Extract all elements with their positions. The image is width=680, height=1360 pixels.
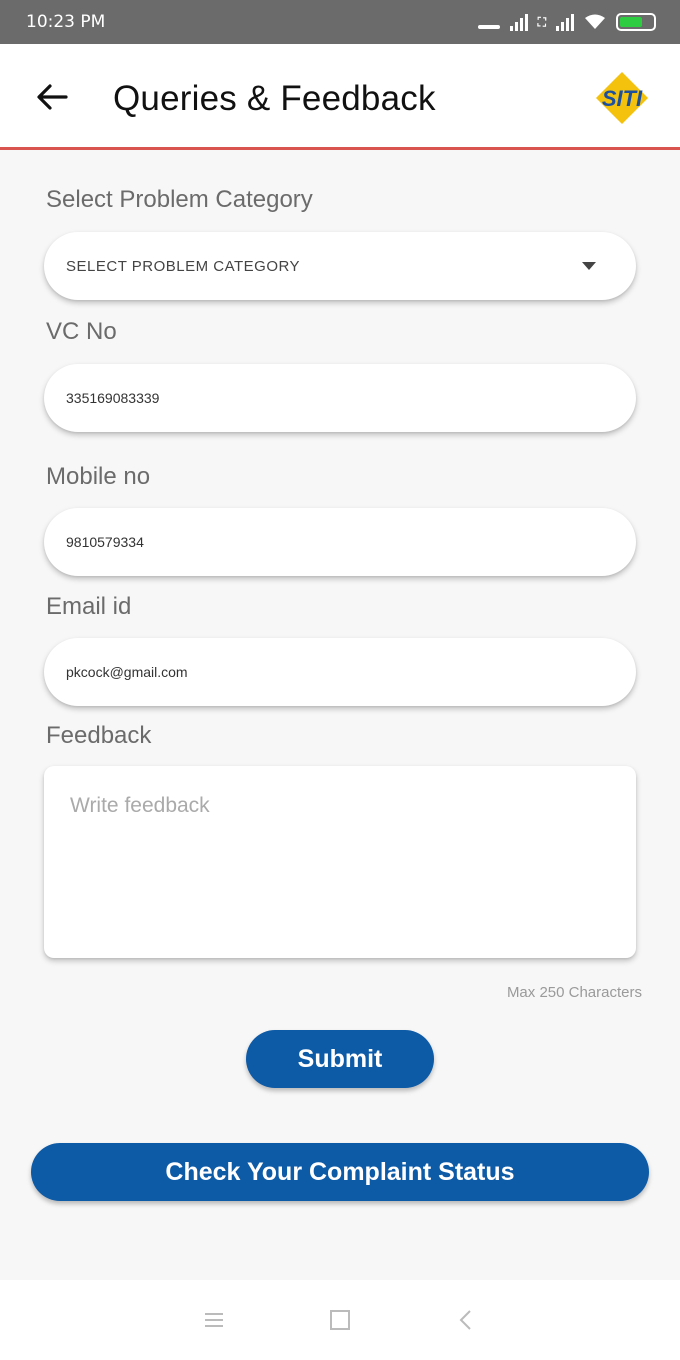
feedback-placeholder: Write feedback (70, 794, 210, 817)
home-square-icon[interactable] (327, 1307, 353, 1333)
page-title: Queries & Feedback (113, 79, 436, 118)
back-chevron-icon[interactable] (453, 1307, 479, 1333)
chevron-down-icon (582, 262, 596, 270)
vc-no-field[interactable]: 335169083339 (44, 364, 636, 432)
app-bar: Queries & Feedback SITI (0, 44, 680, 150)
submit-button[interactable]: Submit (246, 1030, 434, 1088)
feedback-label: Feedback (46, 722, 152, 749)
sim-icon: ⛶ (537, 14, 546, 29)
feedback-textarea[interactable]: Write feedback (44, 766, 636, 958)
email-field[interactable]: pkcock@gmail.com (44, 638, 636, 706)
mobile-value: 9810579334 (66, 534, 144, 550)
siti-logo-icon: SITI (596, 72, 648, 124)
mobile-field[interactable]: 9810579334 (44, 508, 636, 576)
char-limit-note: Max 250 Characters (506, 984, 642, 1001)
vc-no-value: 335169083339 (66, 390, 160, 406)
check-complaint-status-button[interactable]: Check Your Complaint Status (31, 1143, 649, 1201)
category-select-value: SELECT PROBLEM CATEGORY (66, 257, 301, 275)
category-label: Select Problem Category (46, 186, 313, 213)
menu-icon[interactable] (201, 1307, 227, 1333)
email-label: Email id (46, 593, 132, 620)
vc-no-label: VC No (46, 318, 117, 345)
svg-text:SITI: SITI (602, 86, 643, 111)
mobile-label: Mobile no (46, 463, 151, 490)
system-nav-bar (0, 1280, 680, 1360)
battery-icon (616, 13, 656, 31)
status-bar: 10:23 PM ⛶ (0, 0, 680, 44)
status-icons: ⛶ (477, 13, 656, 31)
status-time: 10:23 PM (26, 12, 106, 32)
wifi-icon (585, 14, 605, 29)
email-value: pkcock@gmail.com (66, 664, 188, 680)
signal-icon (509, 13, 528, 31)
signal-icon (556, 13, 574, 31)
arrow-left-icon[interactable] (34, 82, 70, 112)
category-select[interactable]: SELECT PROBLEM CATEGORY (44, 232, 636, 300)
dash-icon (477, 25, 500, 29)
